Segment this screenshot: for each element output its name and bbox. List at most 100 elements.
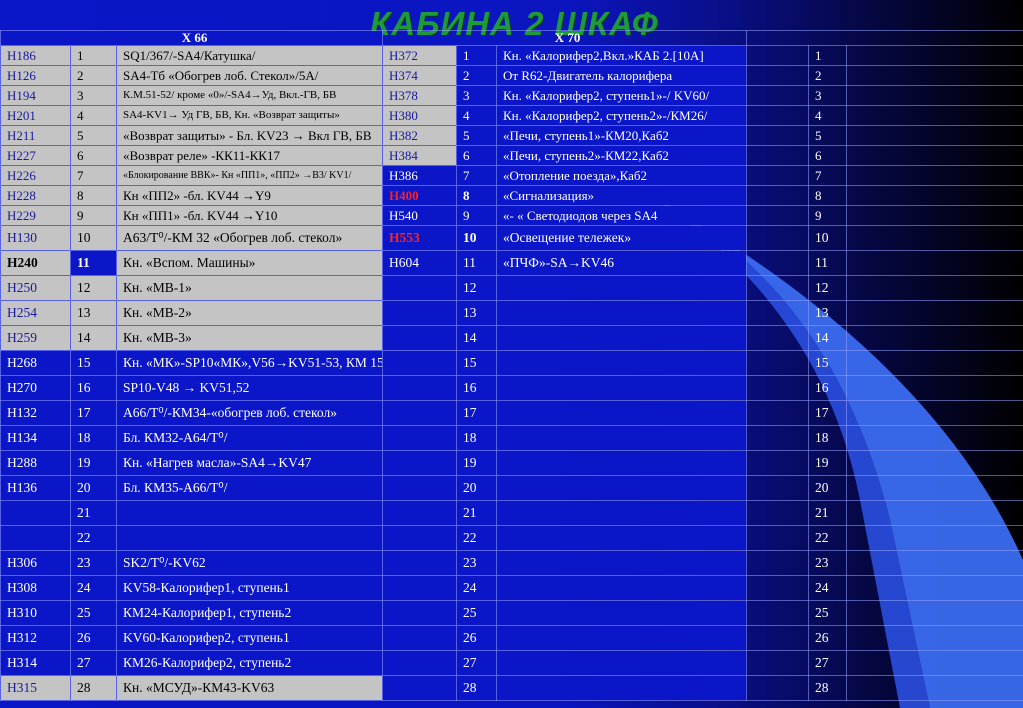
right-wire-id: H378 xyxy=(382,85,458,106)
left-circuit-description: SA4-Тб «Обогрев лоб. Стекол»/5А/ xyxy=(115,65,384,86)
spacer-cell xyxy=(846,625,1023,651)
left-circuit-description xyxy=(115,500,384,526)
repeat-pin-number: 18 xyxy=(808,425,848,451)
repeat-pin-number: 15 xyxy=(808,350,848,376)
left-wire-id: H201 xyxy=(0,105,71,126)
table-row: H254 13 Кн. «МВ-2» 13 13 xyxy=(0,300,1023,326)
right-circuit-description xyxy=(496,350,748,376)
right-wire-id xyxy=(382,500,458,526)
repeat-pin-number: 9 xyxy=(808,205,848,226)
left-circuit-description: Кн «ПП2» -бл. KV44 →Y9 xyxy=(115,185,384,206)
left-circuit-description: КМ24-Калорифер1, ступень2 xyxy=(115,600,384,626)
repeat-pin-number: 3 xyxy=(808,85,848,106)
right-pin-number: 27 xyxy=(456,650,498,676)
left-pin-number: 26 xyxy=(70,625,117,651)
spacer-cell xyxy=(846,250,1023,276)
spacer-cell xyxy=(746,165,810,186)
spacer-cell xyxy=(746,105,810,126)
right-pin-number: 5 xyxy=(456,125,498,146)
spacer-cell xyxy=(846,500,1023,526)
repeat-pin-number: 22 xyxy=(808,525,848,551)
right-pin-number: 1 xyxy=(456,45,498,66)
right-circuit-description xyxy=(496,625,748,651)
right-wire-id xyxy=(382,325,458,351)
left-wire-id: H186 xyxy=(0,45,71,66)
left-pin-number: 1 xyxy=(70,45,117,66)
left-circuit-description: Кн. «Нагрев масла»-SA4→KV47 xyxy=(115,450,384,476)
right-pin-number: 13 xyxy=(456,300,498,326)
left-wire-id: H240 xyxy=(0,250,71,276)
right-circuit-description: Кн. «Калорифер2, ступень1»-/ KV60/ xyxy=(496,85,748,106)
right-pin-number: 19 xyxy=(456,450,498,476)
left-circuit-description: Кн. «МСУД»-КМ43-KV63 xyxy=(115,675,384,701)
header-spacer xyxy=(746,30,1023,46)
connector-x66-header: X 66 xyxy=(0,30,384,46)
table-row: H240 11 Кн. «Вспом. Машины» H604 11 «ПЧФ»-SA→… xyxy=(0,250,1023,276)
spacer-cell xyxy=(746,205,810,226)
table-row: H259 14 Кн. «МВ-3» 14 14 xyxy=(0,325,1023,351)
table-row: H228 8 Кн «ПП2» -бл. KV44 →Y9 H400 8 «Сигнали… xyxy=(0,185,1023,206)
right-wire-id: H553 xyxy=(382,225,458,251)
right-wire-id: H374 xyxy=(382,65,458,86)
left-wire-id: H315 xyxy=(0,675,71,701)
left-pin-number: 22 xyxy=(70,525,117,551)
right-circuit-description xyxy=(496,425,748,451)
repeat-pin-number: 26 xyxy=(808,625,848,651)
repeat-pin-number: 16 xyxy=(808,375,848,401)
spacer-cell xyxy=(746,500,810,526)
left-pin-number: 25 xyxy=(70,600,117,626)
right-wire-id xyxy=(382,275,458,301)
left-circuit-description: KV58-Калорифер1, ступень1 xyxy=(115,575,384,601)
right-circuit-description xyxy=(496,650,748,676)
spacer-cell xyxy=(746,250,810,276)
left-wire-id: H288 xyxy=(0,450,71,476)
left-wire-id: H312 xyxy=(0,625,71,651)
left-wire-id: H134 xyxy=(0,425,71,451)
left-pin-number: 3 xyxy=(70,85,117,106)
repeat-pin-number: 12 xyxy=(808,275,848,301)
repeat-pin-number: 10 xyxy=(808,225,848,251)
spacer-cell xyxy=(746,400,810,426)
left-pin-number: 10 xyxy=(70,225,117,251)
left-wire-id: H194 xyxy=(0,85,71,106)
spacer-cell xyxy=(846,300,1023,326)
spacer-cell xyxy=(746,65,810,86)
right-pin-number: 12 xyxy=(456,275,498,301)
right-pin-number: 28 xyxy=(456,675,498,701)
repeat-pin-number: 1 xyxy=(808,45,848,66)
spacer-cell xyxy=(846,125,1023,146)
table-row: H268 15 Кн. «МК»-SP10«МК»,V56→KV51-53, КМ … xyxy=(0,350,1023,376)
left-pin-number: 19 xyxy=(70,450,117,476)
spacer-cell xyxy=(846,400,1023,426)
left-circuit-description: «Возврат защиты» - Бл. KV23 → Вкл ГВ, БВ xyxy=(115,125,384,146)
repeat-pin-number: 5 xyxy=(808,125,848,146)
spacer-cell xyxy=(746,225,810,251)
right-pin-number: 24 xyxy=(456,575,498,601)
spacer-cell xyxy=(846,85,1023,106)
left-wire-id xyxy=(0,525,71,551)
left-pin-number: 7 xyxy=(70,165,117,186)
repeat-pin-number: 24 xyxy=(808,575,848,601)
spacer-cell xyxy=(846,275,1023,301)
spacer-cell xyxy=(846,185,1023,206)
right-circuit-description: «Отопление поезда»,Каб2 xyxy=(496,165,748,186)
left-wire-id: H308 xyxy=(0,575,71,601)
left-circuit-description: SP10-V48 → KV51,52 xyxy=(115,375,384,401)
left-pin-number: 9 xyxy=(70,205,117,226)
spacer-cell xyxy=(746,375,810,401)
right-wire-id xyxy=(382,475,458,501)
table-row: H211 5 «Возврат защиты» - Бл. KV23 → Вкл Г… xyxy=(0,125,1023,146)
spacer-cell xyxy=(846,600,1023,626)
table-row: H310 25 КМ24-Калорифер1, ступень2 25 25 xyxy=(0,600,1023,626)
right-wire-id: H384 xyxy=(382,145,458,166)
connector-x70-header: X 70 xyxy=(382,30,748,46)
left-circuit-description: К.М.51-52/ кроме «0»/-SA4→Уд, Вкл.-ГВ, Б… xyxy=(115,85,384,106)
spacer-cell xyxy=(746,300,810,326)
table-row: H134 18 Бл. КМ32-А64/Т⁰/18 18 xyxy=(0,425,1023,451)
repeat-pin-number: 11 xyxy=(808,250,848,276)
left-wire-id: H228 xyxy=(0,185,71,206)
repeat-pin-number: 6 xyxy=(808,145,848,166)
left-pin-number: 28 xyxy=(70,675,117,701)
right-circuit-description xyxy=(496,675,748,701)
spacer-cell xyxy=(746,325,810,351)
